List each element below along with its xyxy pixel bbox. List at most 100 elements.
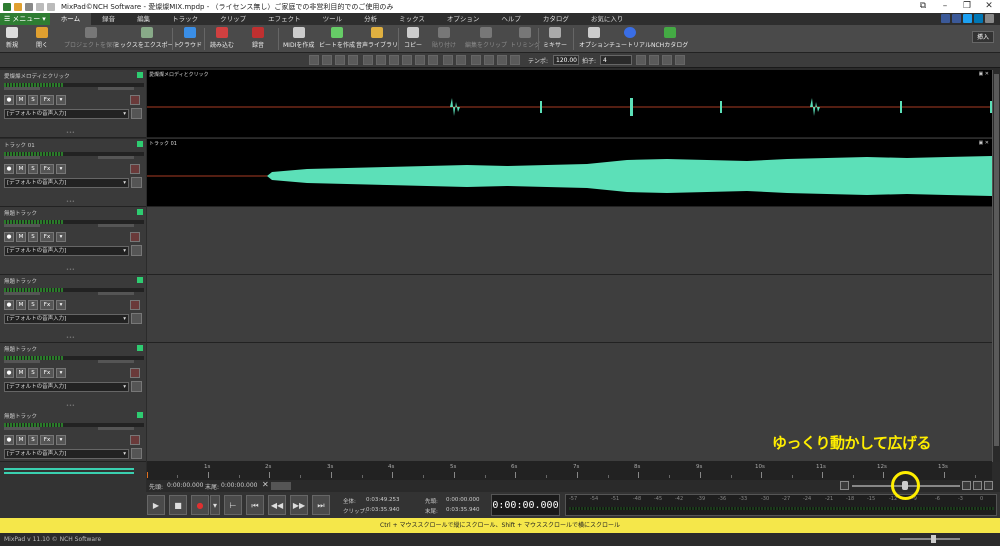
zoom-tool-icon[interactable] — [363, 55, 373, 65]
fx-button[interactable]: Fx — [40, 435, 54, 445]
record-arm-button[interactable]: ● — [4, 164, 14, 174]
track-lane[interactable] — [147, 275, 992, 343]
split-tool-icon[interactable] — [335, 55, 345, 65]
new-button[interactable]: 新規 — [6, 27, 18, 49]
track-color-swatch[interactable] — [137, 72, 143, 78]
stop-button[interactable]: ■ — [169, 495, 187, 515]
copy-button[interactable]: コピー — [404, 27, 422, 49]
resize-grip[interactable]: ••• — [66, 267, 75, 273]
track-color-swatch[interactable] — [137, 277, 143, 283]
solo-button[interactable]: S — [28, 164, 38, 174]
solo-button[interactable]: S — [28, 95, 38, 105]
create-beat-button[interactable]: ビートを作成 — [319, 27, 355, 49]
record-arm-button[interactable]: ● — [4, 435, 14, 445]
tab-options[interactable]: オプション — [436, 13, 491, 25]
input-select[interactable]: [デフォルトの音声入力] ▾ — [4, 109, 129, 119]
input-select[interactable]: [デフォルトの音声入力] ▾ — [4, 178, 129, 188]
cue-button[interactable]: ⊢ — [224, 495, 242, 515]
tab-clip[interactable]: クリップ — [209, 13, 257, 25]
view-icon[interactable] — [649, 55, 659, 65]
tab-edit[interactable]: 編集 — [126, 13, 161, 25]
tempo-input[interactable]: 120.00 — [553, 55, 579, 65]
nch-catalog-button[interactable]: NCHカタログ — [651, 27, 688, 49]
record-arm-button[interactable]: ● — [4, 368, 14, 378]
volume-slider[interactable] — [4, 360, 40, 363]
tab-favorites[interactable]: お気に入り — [580, 13, 635, 25]
restore-icon[interactable]: ⧉ — [912, 0, 934, 13]
go-start-button[interactable]: ⏮ — [246, 495, 264, 515]
resize-grip[interactable]: ••• — [66, 403, 75, 409]
scrollbar-thumb[interactable] — [994, 74, 999, 446]
resize-grip[interactable]: ••• — [66, 130, 75, 136]
mixer-button[interactable]: ミキサー — [543, 27, 567, 49]
maximize-button[interactable]: ❐ — [956, 0, 978, 13]
settings-icon[interactable] — [675, 55, 685, 65]
mute-button[interactable]: M — [16, 164, 26, 174]
arrow-tool-icon[interactable] — [348, 55, 358, 65]
pan-slider[interactable] — [98, 360, 134, 363]
mute-button[interactable]: M — [16, 95, 26, 105]
snap-tool-icon[interactable] — [402, 55, 412, 65]
clear-icon[interactable]: ✕ — [262, 480, 269, 489]
record-options-dropdown[interactable]: ▾ — [210, 495, 220, 515]
play-button[interactable]: ▶ — [147, 495, 165, 515]
track-lane[interactable]: 愛燦燦メロディとクリック ▣ ✕ — [147, 70, 992, 138]
horizontal-scroll-left[interactable] — [271, 482, 291, 490]
track-name[interactable]: 無題トラック — [4, 209, 37, 217]
fx-button[interactable]: Fx — [40, 232, 54, 242]
wrench-icon[interactable] — [131, 313, 142, 324]
tab-record[interactable]: 録音 — [91, 13, 126, 25]
end-value[interactable]: 0:00:00.000 — [221, 482, 258, 489]
cursor-tool-icon[interactable] — [309, 55, 319, 65]
solo-button[interactable]: S — [28, 232, 38, 242]
loop-tool-icon[interactable] — [443, 55, 453, 65]
save-icon[interactable] — [25, 2, 33, 11]
fx-button[interactable]: Fx — [40, 300, 54, 310]
tab-tools[interactable]: ツール — [312, 13, 354, 25]
tab-effects[interactable]: エフェクト — [257, 13, 312, 25]
track-settings-icon[interactable] — [130, 95, 140, 105]
track-settings-icon[interactable] — [130, 232, 140, 242]
vertical-scrollbar[interactable] — [992, 70, 1000, 462]
fx-dropdown[interactable]: ▾ — [56, 232, 66, 242]
grid-tool-icon[interactable] — [471, 55, 481, 65]
track-name[interactable]: 愛燦燦メロディとクリック — [4, 72, 70, 80]
create-midi-button[interactable]: MIDIを作成 — [283, 27, 314, 49]
track-settings-icon[interactable] — [130, 368, 140, 378]
marker-tool-icon[interactable] — [389, 55, 399, 65]
solo-button[interactable]: S — [28, 300, 38, 310]
fx-button[interactable]: Fx — [40, 164, 54, 174]
open-icon[interactable] — [14, 2, 22, 11]
facebook-icon[interactable] — [941, 14, 950, 23]
tutorial-button[interactable]: チュートリアル — [609, 27, 651, 49]
wrench-icon[interactable] — [131, 177, 142, 188]
mute-button[interactable]: M — [16, 300, 26, 310]
undo-icon[interactable] — [36, 2, 44, 11]
replace-clip-button[interactable]: 編集をクリップ — [465, 27, 507, 49]
help-icon[interactable] — [985, 14, 994, 23]
track-color-swatch[interactable] — [137, 412, 143, 418]
envelope-tool-icon[interactable] — [428, 55, 438, 65]
fade-tool-icon[interactable] — [415, 55, 425, 65]
tab-help[interactable]: ヘルプ — [490, 13, 532, 25]
pan-slider[interactable] — [98, 292, 134, 295]
solo-button[interactable]: S — [28, 368, 38, 378]
track-name[interactable]: 無題トラック — [4, 412, 37, 420]
tab-catalog[interactable]: カタログ — [532, 13, 580, 25]
track-name[interactable]: 無題トラック — [4, 345, 37, 353]
paste-button[interactable]: 貼り付け — [432, 27, 456, 49]
wrench-icon[interactable] — [131, 245, 142, 256]
tab-analysis[interactable]: 分析 — [353, 13, 388, 25]
fx-dropdown[interactable]: ▾ — [56, 95, 66, 105]
zoom-out-icon[interactable] — [840, 481, 849, 490]
cloud-button[interactable]: クラウド — [178, 27, 202, 49]
tab-mix[interactable]: ミックス — [388, 13, 436, 25]
trim-button[interactable]: トリミング — [510, 27, 540, 49]
options-button[interactable]: オプション — [579, 27, 609, 49]
wrench-icon[interactable] — [131, 108, 142, 119]
load-button[interactable]: 読み込む — [210, 27, 234, 49]
track-settings-icon[interactable] — [130, 164, 140, 174]
record-arm-button[interactable]: ● — [4, 300, 14, 310]
fx-button[interactable]: Fx — [40, 368, 54, 378]
track-lane[interactable] — [147, 207, 992, 275]
